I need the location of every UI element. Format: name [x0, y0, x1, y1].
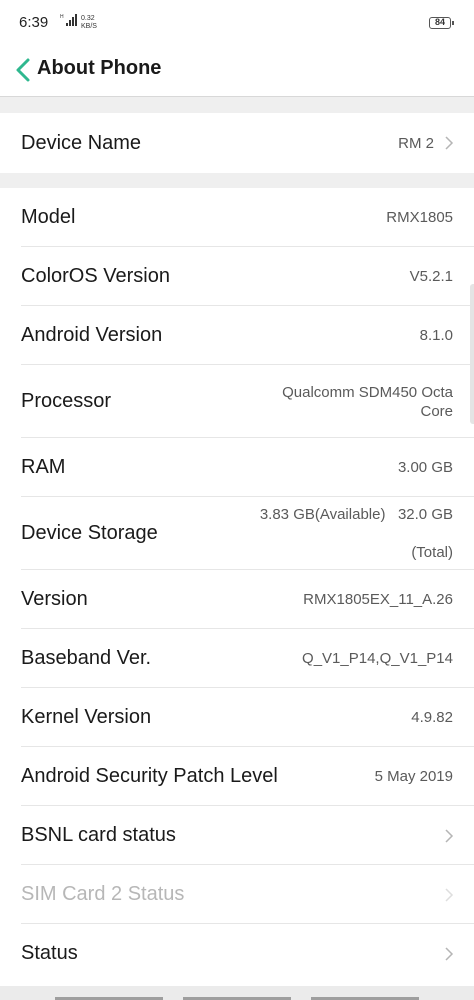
info-row-version: Version RMX1805EX_11_A.26: [0, 570, 474, 629]
info-value-line: Core: [420, 402, 453, 420]
info-value: 4.9.82: [411, 709, 453, 726]
network-speed: 0.32 KB/S: [81, 15, 97, 31]
page-title: About Phone: [37, 57, 162, 79]
info-value: 3.00 GB: [397, 459, 453, 476]
chevron-right-icon: [445, 887, 454, 902]
nav-label: Status: [21, 942, 78, 964]
info-list: Model RMX1805 ColorOS Version V5.2.1 And…: [0, 188, 474, 983]
chevron-right-icon: [445, 946, 454, 961]
status-bar: 6:39 H 0.32 KB/S 84: [0, 0, 474, 46]
info-label: RAM: [21, 456, 66, 478]
info-value: 5 May 2019: [374, 768, 453, 785]
info-row-processor: Processor Qualcomm SDM450 Octa Core: [0, 365, 474, 438]
info-value: Q_V1_P14,Q_V1_P14: [302, 650, 453, 667]
section-gap: [0, 173, 474, 188]
info-value: 3.83 GB(Available) 32.0 GB (Total): [235, 486, 453, 581]
chevron-left-icon: [16, 58, 30, 82]
info-row-security-patch: Android Security Patch Level 5 May 2019: [0, 747, 474, 806]
info-value-line: 3.83 GB(Available) 32.0 GB: [259, 506, 453, 523]
info-label: Kernel Version: [21, 706, 152, 728]
info-value-line: Qualcomm SDM450 Octa: [282, 383, 453, 401]
info-label: Model: [21, 206, 76, 228]
info-label: Version: [21, 588, 88, 610]
info-row-coloros-version: ColorOS Version V5.2.1: [0, 247, 474, 306]
network-speed-value: 0.32: [81, 15, 95, 22]
info-label: Android Security Patch Level: [21, 765, 278, 787]
device-name-label: Device Name: [21, 131, 142, 154]
info-label: Android Version: [21, 324, 163, 346]
chevron-right-icon: [445, 828, 454, 843]
info-value: RMX1805EX_11_A.26: [303, 591, 453, 608]
sim-card-2-status-row: SIM Card 2 Status: [0, 865, 474, 924]
info-row-kernel-version: Kernel Version 4.9.82: [0, 688, 474, 747]
network-speed-unit: KB/S: [81, 23, 97, 30]
info-label: Processor: [21, 390, 112, 412]
info-value: RMX1805: [386, 209, 453, 226]
device-name-section: Device Name RM 2: [0, 113, 474, 173]
section-gap: [0, 97, 474, 113]
device-name-row[interactable]: Device Name RM 2: [0, 113, 474, 173]
info-row-device-storage: Device Storage 3.83 GB(Available) 32.0 G…: [0, 497, 474, 570]
svg-text:H: H: [60, 14, 64, 20]
battery-icon: 84: [429, 17, 454, 29]
info-label: Baseband Ver.: [21, 647, 152, 669]
info-value-line: (Total): [411, 544, 453, 561]
device-name-value: RM 2: [398, 134, 434, 152]
app-header: About Phone: [0, 46, 474, 96]
scrollbar[interactable]: [470, 284, 474, 424]
nav-label: BSNL card status: [21, 824, 176, 846]
info-row-baseband: Baseband Ver. Q_V1_P14,Q_V1_P14: [0, 629, 474, 688]
bsnl-card-status-row[interactable]: BSNL card status: [0, 806, 474, 865]
back-button[interactable]: [13, 56, 35, 84]
status-row[interactable]: Status: [0, 924, 474, 983]
info-label: ColorOS Version: [21, 265, 170, 287]
info-label: Device Storage: [21, 522, 158, 544]
nav-label: SIM Card 2 Status: [21, 883, 185, 905]
info-value: Qualcomm SDM450 Octa Core: [282, 383, 453, 421]
info-value: 8.1.0: [419, 327, 453, 344]
info-row-model: Model RMX1805: [0, 188, 474, 247]
status-time: 6:39: [19, 14, 49, 31]
signal-icon: H: [60, 13, 80, 27]
chevron-right-icon: [445, 136, 454, 150]
info-row-android-version: Android Version 8.1.0: [0, 306, 474, 365]
info-value: V5.2.1: [409, 268, 453, 285]
